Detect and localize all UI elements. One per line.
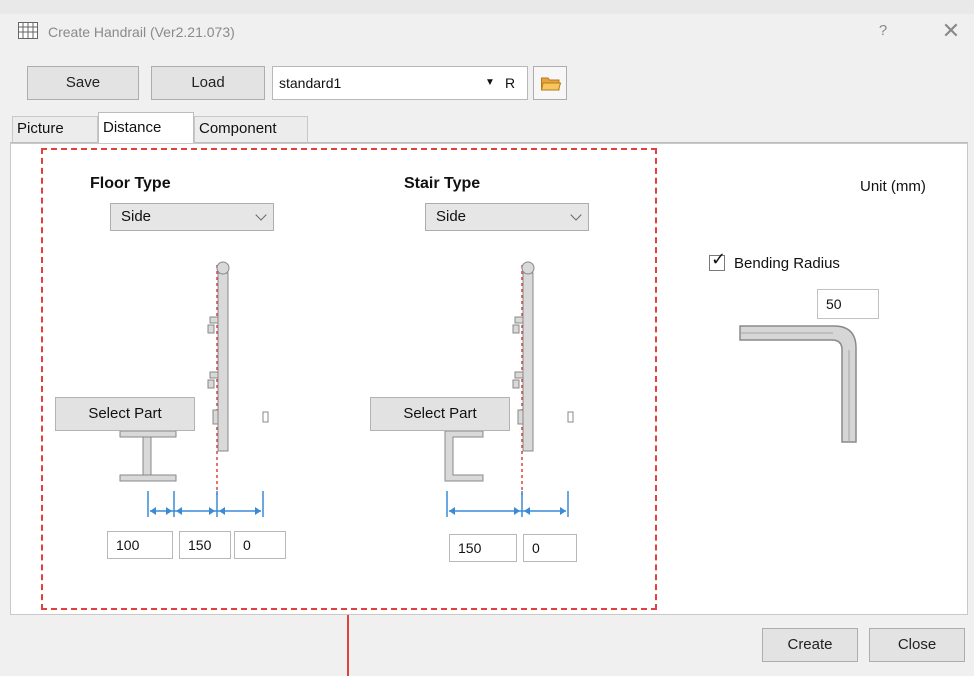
chevron-down-icon xyxy=(570,209,582,221)
preset-select[interactable]: standard1 ▼ R xyxy=(272,66,528,100)
floor-type-value: Side xyxy=(121,208,152,225)
bend-preview-graphic xyxy=(739,325,857,443)
unit-label: Unit (mm) xyxy=(860,178,926,195)
floor-distance-3-input[interactable]: 0 xyxy=(234,531,286,559)
checkmark-icon: ✓ xyxy=(711,249,727,269)
top-strip xyxy=(0,0,974,15)
floor-select-part-button[interactable]: Select Part xyxy=(55,397,195,431)
folder-icon xyxy=(540,76,562,95)
stair-type-header: Stair Type xyxy=(404,175,481,192)
stair-type-select[interactable]: Side xyxy=(425,203,589,231)
create-button[interactable]: Create xyxy=(762,628,858,662)
stair-distance-1-input[interactable]: 150 xyxy=(449,534,517,562)
window-title: Create Handrail (Ver2.21.073) xyxy=(48,24,235,40)
stair-distance-2-input[interactable]: 0 xyxy=(523,534,577,562)
stair-type-value: Side xyxy=(436,208,467,225)
tab-picture[interactable]: Picture xyxy=(12,116,98,142)
floor-type-header: Floor Type xyxy=(90,175,171,192)
preset-value: standard1 xyxy=(279,75,342,91)
save-button[interactable]: Save xyxy=(27,66,139,100)
stair-handrail-diagram xyxy=(444,261,574,517)
bottom-indicator-line xyxy=(347,615,349,676)
chevron-down-icon xyxy=(255,209,267,221)
floor-distance-2-input[interactable]: 150 xyxy=(179,531,231,559)
help-button[interactable]: ? xyxy=(872,22,894,42)
window-close-icon[interactable]: ✕ xyxy=(938,19,964,43)
floor-distance-1-input[interactable]: 100 xyxy=(107,531,173,559)
bending-radius-input[interactable]: 50 xyxy=(817,289,879,319)
stair-select-part-button[interactable]: Select Part xyxy=(370,397,510,431)
app-grid-icon xyxy=(18,22,38,39)
dropdown-arrow-icon: ▼ xyxy=(485,77,495,88)
close-button[interactable]: Close xyxy=(869,628,965,662)
tab-component[interactable]: Component xyxy=(194,116,308,142)
floor-type-select[interactable]: Side xyxy=(110,203,274,231)
load-button[interactable]: Load xyxy=(151,66,265,100)
bending-radius-label: Bending Radius xyxy=(734,255,840,272)
tab-distance[interactable]: Distance xyxy=(98,112,194,143)
floor-handrail-diagram xyxy=(119,261,269,517)
preset-suffix: R xyxy=(505,75,516,91)
open-folder-button[interactable] xyxy=(533,66,567,100)
